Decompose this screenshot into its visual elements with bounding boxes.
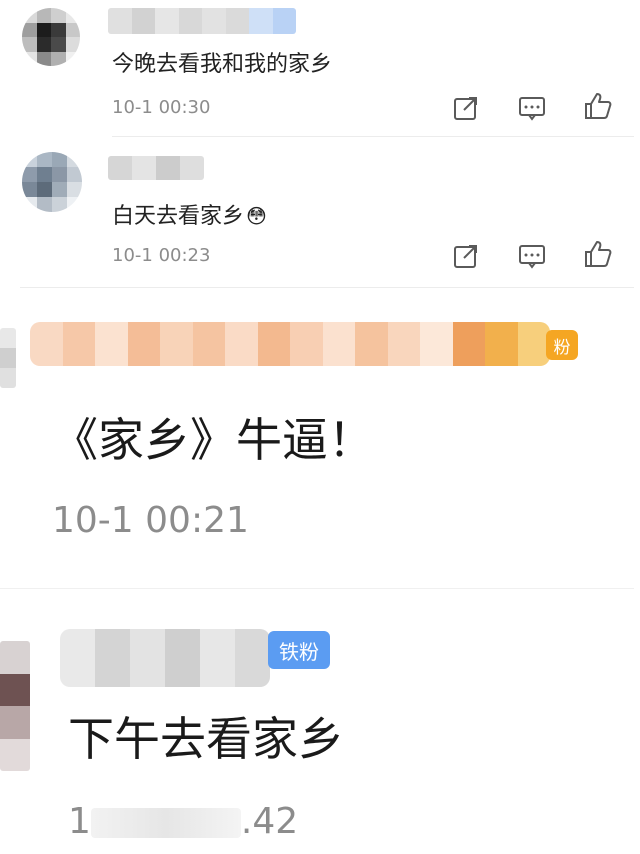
share-icon[interactable] <box>450 92 482 124</box>
comment-text: 今晚去看我和我的家乡 <box>112 52 333 77</box>
avatar-partial[interactable] <box>0 641 30 771</box>
like-icon[interactable] <box>582 90 614 122</box>
time-blurred <box>90 808 241 838</box>
comment-time-start: 1 <box>68 801 91 842</box>
username-blurred[interactable] <box>30 322 550 366</box>
avatar[interactable] <box>22 152 82 212</box>
avatar-partial[interactable] <box>0 328 16 388</box>
fan-badge: 粉 <box>546 330 578 360</box>
comment-3: 粉 《家乡》牛逼！ 10-1 00:21 <box>0 288 640 588</box>
like-icon[interactable] <box>582 238 614 270</box>
reply-icon[interactable] <box>516 92 548 124</box>
username-blurred[interactable] <box>108 156 204 180</box>
comment-text: 《家乡》牛逼！ <box>52 413 374 467</box>
comment-time: 1.42 <box>68 801 298 842</box>
comment-time: 10-1 00:30 <box>112 97 211 118</box>
reply-icon[interactable] <box>516 240 548 272</box>
comment-4: 铁粉 下午去看家乡 1.42 <box>0 589 640 854</box>
comment-text: 白天去看家乡 😳 <box>112 198 267 230</box>
comment-2: 白天去看家乡 😳 10-1 00:23 <box>0 136 640 286</box>
share-icon[interactable] <box>450 240 482 272</box>
comment-1: 今晚去看我和我的家乡 10-1 00:30 <box>0 0 640 135</box>
avatar[interactable] <box>22 8 80 66</box>
comment-text: 下午去看家乡 <box>68 712 344 766</box>
comment-time: 10-1 00:23 <box>112 245 211 266</box>
comment-time-end: .42 <box>240 801 299 842</box>
username-blurred[interactable] <box>108 8 296 34</box>
flushed-emoji-icon: 😳 <box>246 204 267 228</box>
comment-time: 10-1 00:21 <box>52 500 249 541</box>
iron-fan-badge: 铁粉 <box>268 631 330 669</box>
comment-text-body: 白天去看家乡 <box>112 204 245 229</box>
username-blurred[interactable] <box>60 629 270 687</box>
